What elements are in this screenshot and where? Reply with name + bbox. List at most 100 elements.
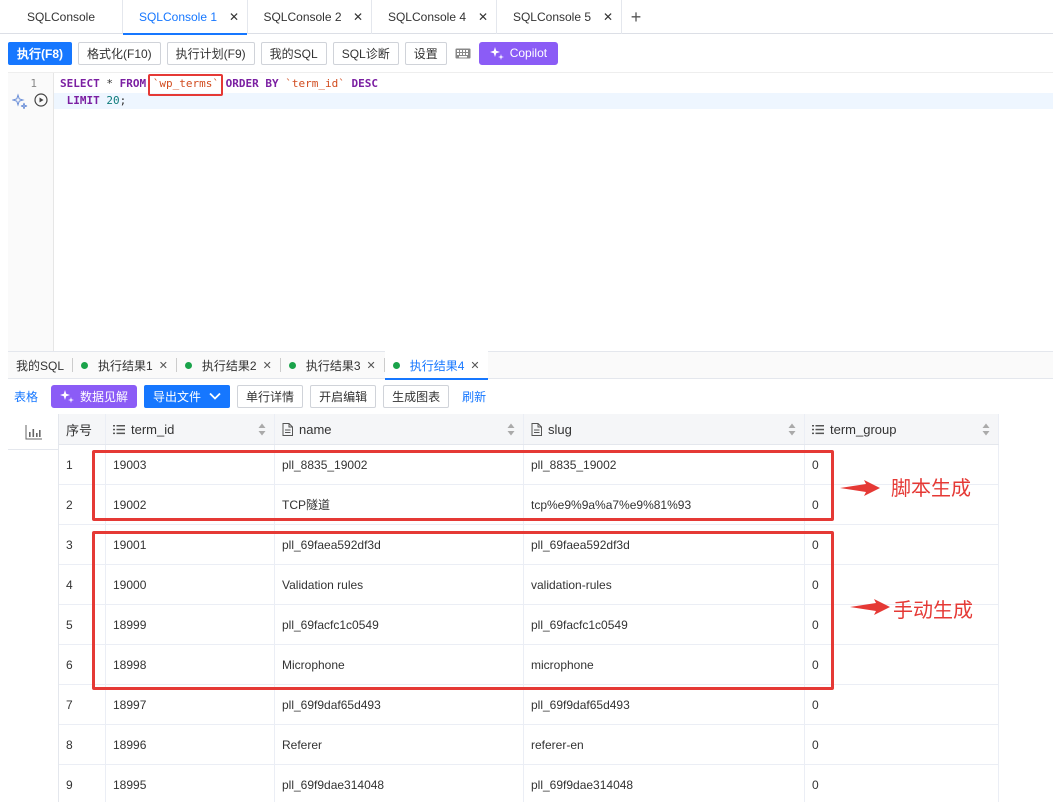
tab-label: 执行结果2 (201, 358, 257, 373)
bar-chart-icon[interactable] (8, 414, 59, 450)
document-icon (531, 422, 542, 436)
tab-sqlconsole-5[interactable]: SQLConsole 5 ✕ (497, 0, 622, 34)
close-icon[interactable]: ✕ (353, 10, 363, 24)
arrow-right-icon (840, 480, 880, 496)
table-cell[interactable]: 18997 (106, 685, 275, 724)
list-icon (113, 424, 125, 435)
console-tab-bar: SQLConsole SQLConsole 1 ✕ SQLConsole 2 ✕ S… (0, 0, 1053, 35)
tab-label: 执行结果4 (409, 358, 465, 373)
generate-chart-button[interactable]: 生成图表 (383, 384, 450, 408)
table-cell[interactable]: 18996 (106, 725, 275, 764)
table-cell[interactable]: Referer (275, 725, 524, 764)
close-icon[interactable]: ✕ (367, 359, 376, 372)
tab-sqlconsole-1[interactable]: SQLConsole 1 ✕ (123, 0, 248, 35)
table-cell[interactable]: pll_69f9dae314048 (275, 765, 524, 802)
arrow-right-icon (850, 599, 890, 615)
script-generated-label: 脚本生成 (891, 476, 971, 500)
table-cell[interactable]: 0 (805, 525, 999, 564)
close-icon[interactable]: ✕ (603, 10, 613, 24)
refresh-link[interactable]: 刷新 (456, 388, 492, 405)
row-index-cell: 8 (59, 725, 106, 764)
run-line-icon[interactable] (34, 93, 48, 110)
table-row[interactable]: 9 18995 pll_69f9dae314048 pll_69f9dae314048… (59, 765, 999, 802)
close-icon[interactable]: ✕ (478, 10, 488, 24)
column-header-index: 序号 (59, 414, 106, 444)
tab-result-3[interactable]: 执行结果3 ✕ (281, 351, 384, 379)
grid-header-row: 序号 term_id name slug term_group (59, 414, 999, 445)
table-cell[interactable]: pll_69f9daf65d493 (275, 685, 524, 724)
column-header-term-id[interactable]: term_id (106, 414, 275, 444)
add-tab-icon[interactable]: + (622, 0, 650, 34)
tab-label: 执行结果1 (98, 358, 153, 373)
settings-button[interactable]: 设置 (404, 41, 447, 65)
export-file-button[interactable]: 导出文件 (144, 384, 231, 408)
result-side-panel (8, 414, 59, 802)
format-button[interactable]: 格式化(F10) (78, 41, 161, 65)
editor-gutter: 1 (8, 73, 54, 351)
result-tab-bar: 我的SQL 执行结果1 ✕ 执行结果2 ✕ 执行结果3 ✕ 执行结果4 ✕ (8, 351, 1053, 380)
sql-editor[interactable]: 1 SELECT * FROM `wp_terms` ORDER BY `ter… (8, 72, 1053, 351)
code-line-2: LIMIT 20; (66, 94, 127, 107)
table-row[interactable]: 8 18996 Referer referer-en 0 (59, 725, 999, 765)
table-cell[interactable]: 0 (805, 765, 999, 802)
tab-sqlconsole-2[interactable]: SQLConsole 2 ✕ (248, 0, 372, 34)
tab-result-4[interactable]: 执行结果4 ✕ (384, 351, 488, 380)
table-cell[interactable]: pll_69f9daf65d493 (524, 685, 805, 724)
my-sql-button[interactable]: 我的SQL (260, 41, 327, 65)
column-header-slug[interactable]: slug (524, 414, 805, 444)
column-header-term-group[interactable]: term_group (805, 414, 999, 444)
execute-button[interactable]: 执行(F8) (8, 41, 72, 65)
close-icon[interactable]: ✕ (229, 10, 239, 24)
table-cell[interactable]: 0 (805, 725, 999, 764)
row-index-cell: 9 (59, 765, 106, 802)
tab-sqlconsole-4[interactable]: SQLConsole 4 ✕ (372, 0, 497, 34)
data-insight-button[interactable]: 数据见解 (51, 384, 138, 408)
tab-label: 我的SQL (16, 358, 65, 373)
editor-toolbar: 执行(F8) 格式化(F10) 执行计划(F9) 我的SQL SQL诊断 设置 … (8, 41, 559, 65)
table-cell[interactable]: 18995 (106, 765, 275, 802)
sort-icon[interactable] (507, 423, 515, 436)
tab-result-1[interactable]: 执行结果1 ✕ (73, 351, 176, 379)
keyboard-icon[interactable] (453, 42, 473, 65)
sort-icon[interactable] (258, 423, 266, 436)
table-row[interactable]: 7 18997 pll_69f9daf65d493 pll_69f9daf65d493… (59, 685, 999, 725)
table-cell[interactable]: 0 (805, 645, 999, 684)
close-icon[interactable]: ✕ (263, 359, 272, 372)
sort-icon[interactable] (982, 423, 990, 436)
copilot-label: Copilot (509, 46, 548, 60)
tab-result-2[interactable]: 执行结果2 ✕ (177, 351, 280, 379)
tab-my-sql[interactable]: 我的SQL (8, 351, 72, 379)
line-number: 1 (30, 77, 37, 90)
tab-label: SQLConsole 1 (138, 10, 218, 24)
success-dot-icon (184, 361, 192, 369)
table-name-highlight-box (148, 74, 223, 96)
table-view-link[interactable]: 表格 (8, 388, 44, 405)
row-detail-button[interactable]: 单行详情 (237, 384, 304, 408)
success-dot-icon (392, 361, 400, 369)
table-cell[interactable]: pll_69f9dae314048 (524, 765, 805, 802)
document-icon (282, 422, 293, 436)
manual-generated-highlight-box (92, 531, 834, 690)
column-header-name[interactable]: name (275, 414, 524, 444)
sql-diagnose-button[interactable]: SQL诊断 (332, 41, 399, 65)
execution-plan-button[interactable]: 执行计划(F9) (166, 41, 255, 65)
enable-edit-button[interactable]: 开启编辑 (310, 384, 377, 408)
success-dot-icon (288, 361, 296, 369)
table-cell[interactable]: 0 (805, 685, 999, 724)
sparkle-icon (60, 389, 75, 403)
tab-label: SQLConsole 5 (512, 10, 592, 24)
close-icon[interactable]: ✕ (159, 359, 168, 372)
tab-label: SQLConsole 4 (387, 10, 467, 24)
copilot-button[interactable]: Copilot (478, 41, 559, 65)
row-index-cell: 7 (59, 685, 106, 724)
tab-label: 执行结果3 (305, 358, 361, 373)
script-generated-highlight-box (92, 450, 834, 521)
success-dot-icon (81, 361, 89, 369)
result-toolbar: 表格 数据见解 导出文件 单行详情 开启编辑 生成图表 刷新 (8, 384, 492, 408)
chevron-down-icon (209, 392, 221, 400)
close-icon[interactable]: ✕ (470, 359, 479, 372)
table-cell[interactable]: referer-en (524, 725, 805, 764)
sort-icon[interactable] (788, 423, 796, 436)
tab-sqlconsole[interactable]: SQLConsole (0, 0, 123, 34)
ai-sparkle-icon[interactable] (11, 93, 28, 112)
